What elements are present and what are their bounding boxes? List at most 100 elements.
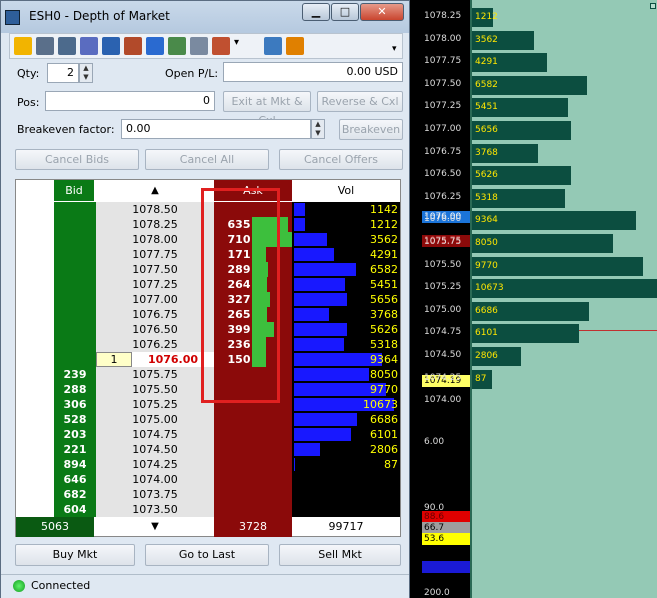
spin-down-icon[interactable]: ▼ — [312, 129, 324, 138]
price-cell[interactable]: 1076.50 — [96, 322, 214, 337]
cancel-offers-button[interactable]: Cancel Offers — [279, 149, 403, 170]
order-cell[interactable] — [16, 397, 54, 412]
price-cell[interactable]: 1076.25 — [96, 337, 214, 352]
bid-cell[interactable]: 203 — [54, 427, 96, 442]
gear-icon[interactable] — [58, 37, 76, 55]
vol-header[interactable]: Vol — [292, 180, 400, 201]
order-cell[interactable] — [16, 337, 54, 352]
scroll-down-icon[interactable]: ▼ — [96, 516, 214, 537]
exit-at-market-button[interactable]: Exit at Mkt & Cxl — [223, 91, 311, 127]
pencil-icon[interactable] — [14, 37, 32, 55]
order-cell[interactable] — [16, 472, 54, 487]
order-cell[interactable] — [16, 412, 54, 427]
price-cell[interactable]: 1077.25 — [96, 277, 214, 292]
breakeven-stepper[interactable]: ▲ ▼ — [311, 119, 325, 139]
bid-cell[interactable]: 894 — [54, 457, 96, 472]
order-cell[interactable] — [16, 457, 54, 472]
calculator-icon[interactable] — [36, 37, 54, 55]
dropdown-icon[interactable]: ▾ — [234, 37, 242, 55]
working-order-badge[interactable]: 1 — [96, 352, 132, 367]
breakeven-input[interactable]: 0.00 — [121, 119, 311, 139]
cancel-all-button[interactable]: Cancel All — [145, 149, 269, 170]
help-icon[interactable] — [102, 37, 120, 55]
price-cell[interactable]: 1075.00 — [96, 412, 214, 427]
price-cell[interactable]: 1077.75 — [96, 247, 214, 262]
ask-cell[interactable] — [214, 412, 292, 427]
ask-cell[interactable] — [214, 457, 292, 472]
chart-icon[interactable] — [264, 37, 282, 55]
order-cell[interactable] — [16, 262, 54, 277]
bid-cell[interactable]: 528 — [54, 412, 96, 427]
title-bar[interactable]: ESH0 - Depth of Market ▁ □ ✕ — [1, 1, 409, 33]
price-cell[interactable]: 1077.50 — [96, 262, 214, 277]
bid-cell[interactable] — [54, 232, 96, 247]
maximize-button[interactable]: □ — [331, 3, 359, 21]
link-icon[interactable] — [80, 37, 98, 55]
bid-cell[interactable] — [54, 277, 96, 292]
bid-cell[interactable]: 288 — [54, 382, 96, 397]
bid-cell[interactable]: 604 — [54, 502, 96, 517]
spin-up-icon[interactable]: ▲ — [80, 64, 92, 73]
ask-cell[interactable] — [214, 472, 292, 487]
ask-cell[interactable] — [214, 427, 292, 442]
price-cell[interactable]: 1074.75 — [96, 427, 214, 442]
cancel-bids-button[interactable]: Cancel Bids — [15, 149, 139, 170]
price-cell[interactable]: 1078.25 — [96, 217, 214, 232]
price-cell[interactable]: 1074.00 — [96, 472, 214, 487]
reverse-cancel-button[interactable]: Reverse & Cxl — [317, 91, 403, 112]
ask-cell[interactable] — [214, 487, 292, 502]
bid-cell[interactable]: 221 — [54, 442, 96, 457]
ask-cell[interactable] — [214, 502, 292, 517]
order-cell[interactable] — [16, 487, 54, 502]
price-cell[interactable]: 1075.25 — [96, 397, 214, 412]
order-cell[interactable] — [16, 322, 54, 337]
bid-cell[interactable] — [54, 217, 96, 232]
bid-cell[interactable] — [54, 307, 96, 322]
order-cell[interactable] — [16, 292, 54, 307]
order-cell[interactable] — [16, 307, 54, 322]
clock-icon[interactable] — [146, 37, 164, 55]
bid-cell[interactable] — [54, 337, 96, 352]
bid-cell[interactable]: 646 — [54, 472, 96, 487]
price-cell[interactable]: 1075.50 — [96, 382, 214, 397]
profile-scroll-handle[interactable] — [650, 3, 656, 9]
price-cell[interactable]: 1073.50 — [96, 502, 214, 517]
price-cell[interactable]: 1077.00 — [96, 292, 214, 307]
order-cell[interactable] — [16, 202, 54, 217]
minimize-button[interactable]: ▁ — [302, 3, 330, 21]
price-cell[interactable]: 1073.75 — [96, 487, 214, 502]
sell-market-button[interactable]: Sell Mkt — [279, 544, 401, 566]
breakeven-button[interactable]: Breakeven — [339, 119, 403, 140]
dom-icon[interactable] — [286, 37, 304, 55]
close-button[interactable]: ✕ — [360, 3, 404, 21]
order-cell[interactable] — [16, 502, 54, 517]
order-cell[interactable] — [16, 232, 54, 247]
spin-down-icon[interactable]: ▼ — [80, 73, 92, 82]
bid-cell[interactable] — [54, 352, 96, 367]
order-cell[interactable] — [16, 427, 54, 442]
spin-up-icon[interactable]: ▲ — [312, 120, 324, 129]
order-cell[interactable] — [16, 442, 54, 457]
order-cell[interactable] — [16, 277, 54, 292]
buy-market-button[interactable]: Buy Mkt — [15, 544, 135, 566]
network-icon[interactable] — [168, 37, 186, 55]
price-cell[interactable]: 1078.00 — [96, 232, 214, 247]
order-cell[interactable] — [16, 217, 54, 232]
bid-cell[interactable]: 239 — [54, 367, 96, 382]
shield-icon[interactable] — [190, 37, 208, 55]
order-cell[interactable] — [16, 247, 54, 262]
qty-input[interactable]: 2 — [47, 63, 79, 83]
price-cell[interactable]: 1076.75 — [96, 307, 214, 322]
bid-cell[interactable] — [54, 202, 96, 217]
bid-cell[interactable] — [54, 322, 96, 337]
price-cell[interactable]: 1075.75 — [96, 367, 214, 382]
ask-cell[interactable] — [214, 442, 292, 457]
go-to-last-button[interactable]: Go to Last — [145, 544, 269, 566]
user-tools-icon[interactable] — [212, 37, 230, 55]
bid-cell[interactable] — [54, 292, 96, 307]
price-cell[interactable]: 1074.25 — [96, 457, 214, 472]
bid-cell[interactable]: 306 — [54, 397, 96, 412]
price-cell[interactable]: 1074.50 — [96, 442, 214, 457]
price-cell[interactable]: 1078.50 — [96, 202, 214, 217]
bid-header[interactable]: Bid — [54, 180, 94, 201]
